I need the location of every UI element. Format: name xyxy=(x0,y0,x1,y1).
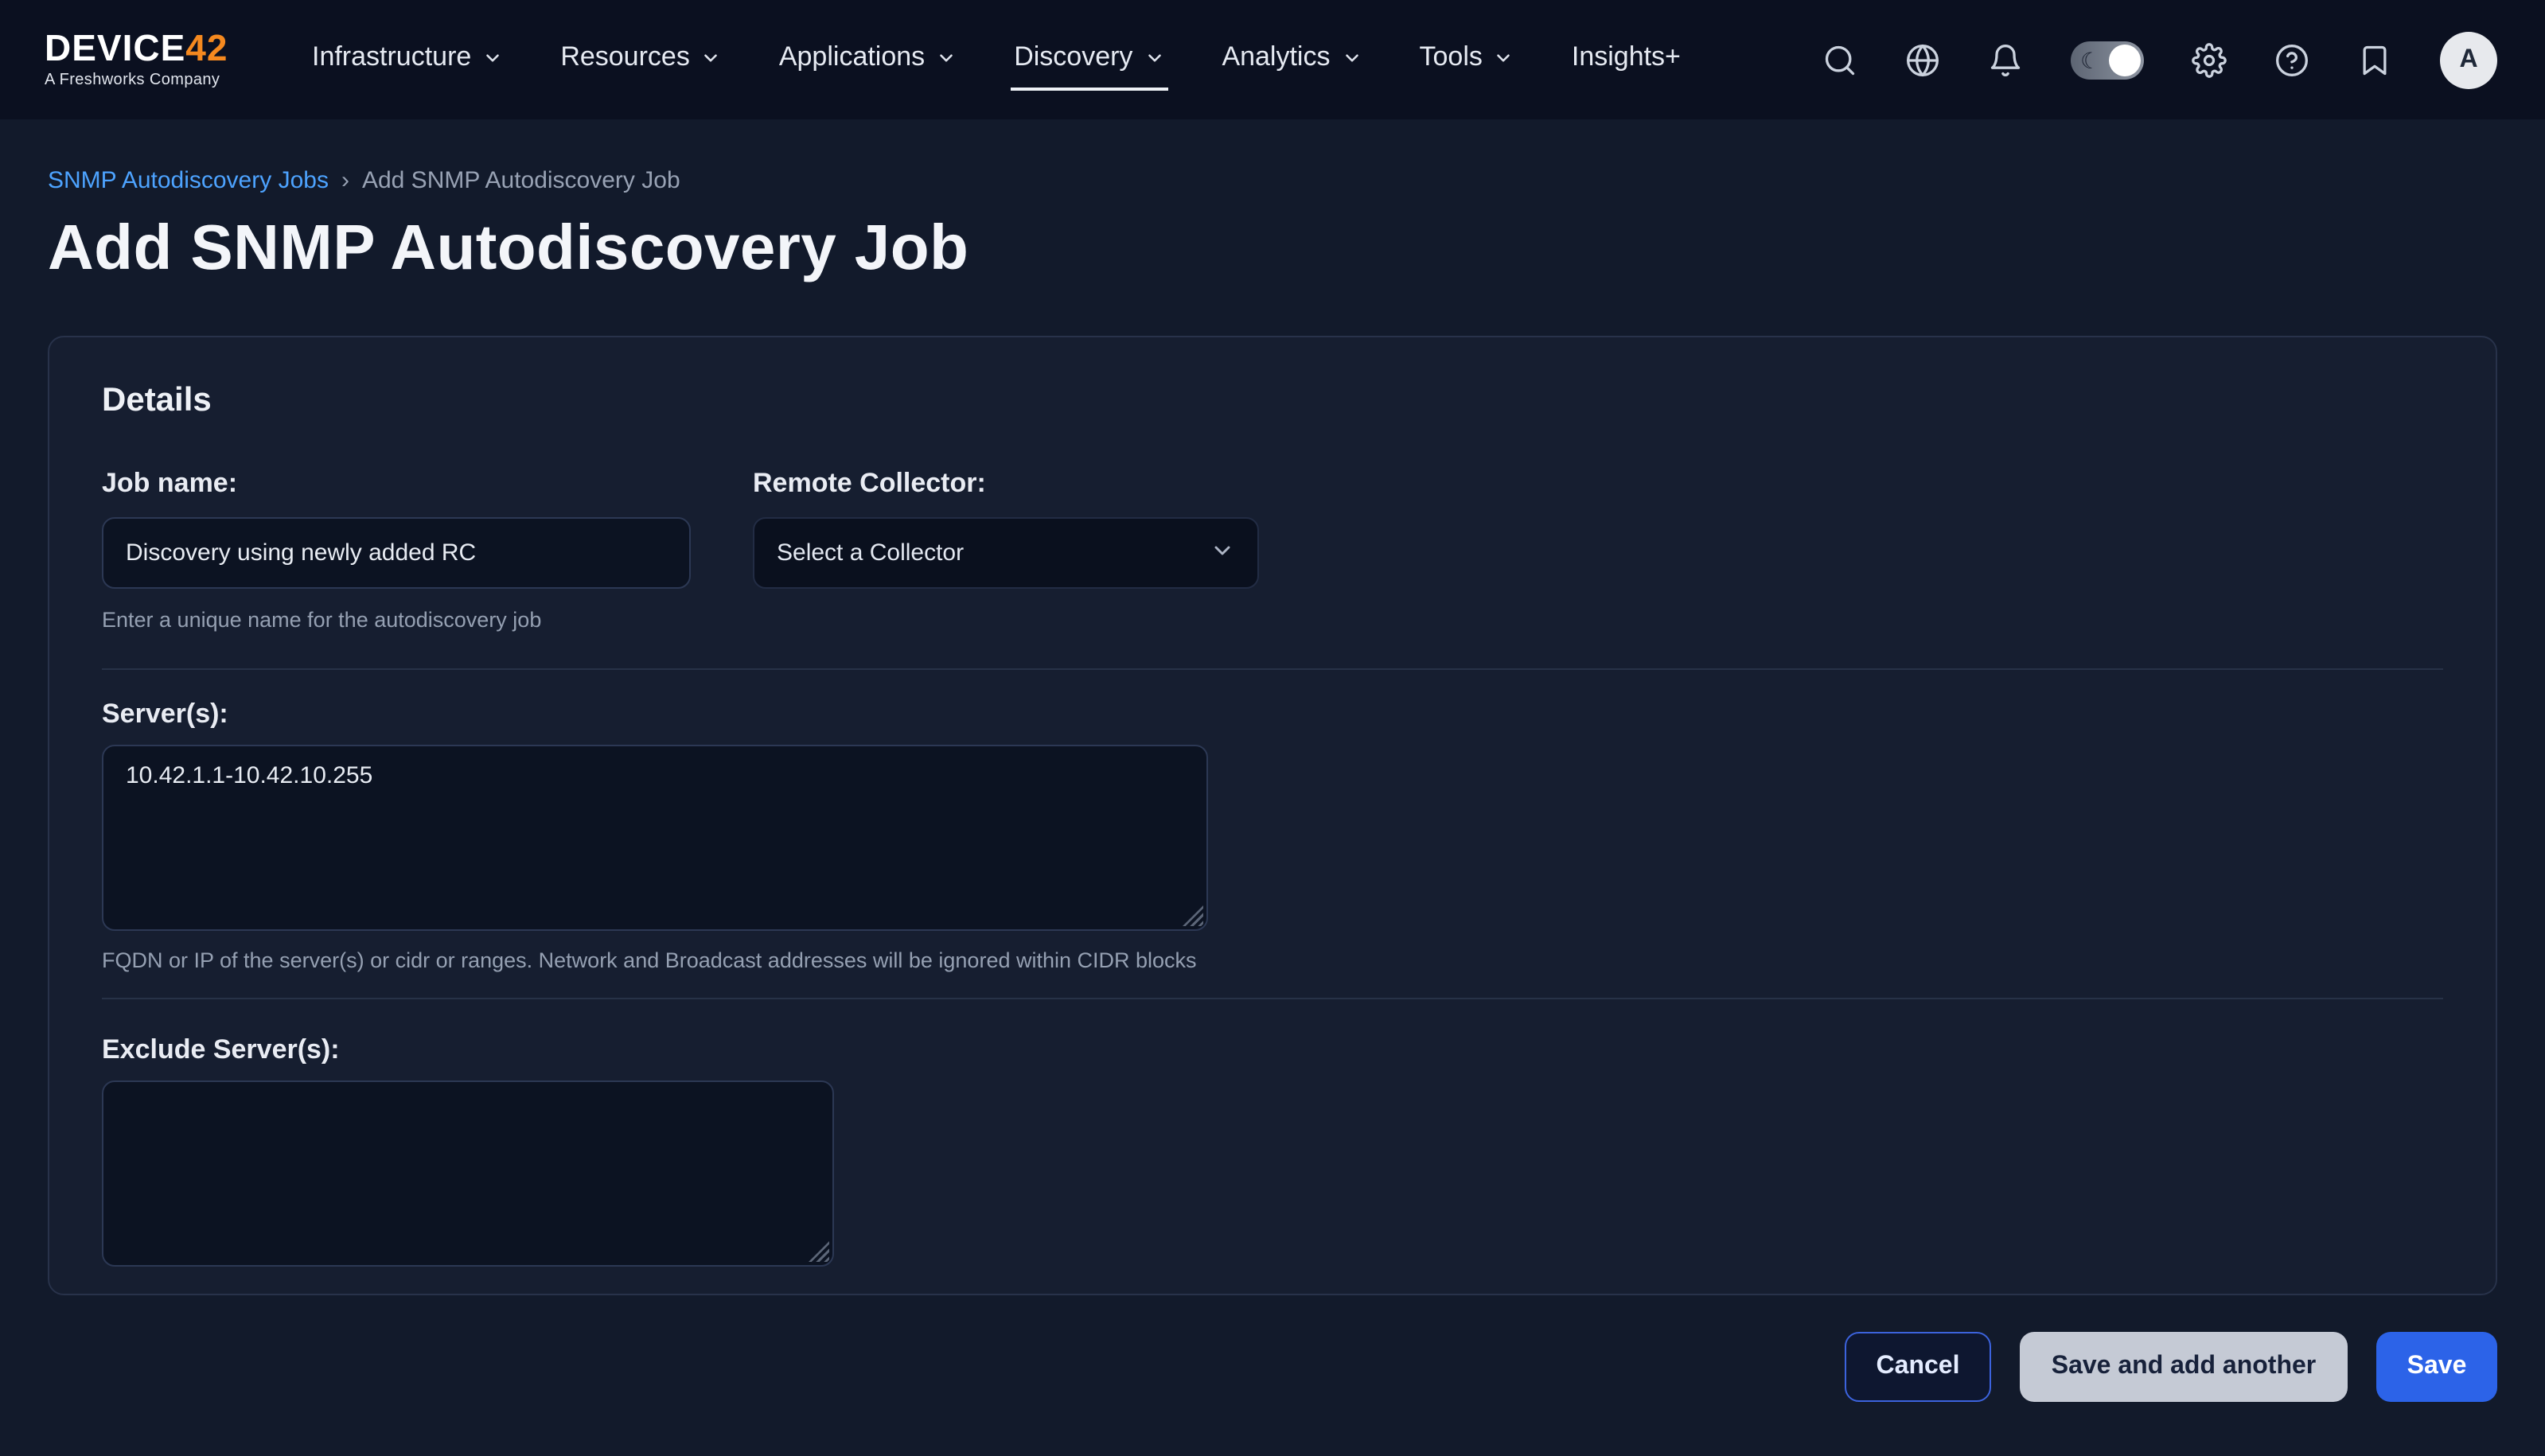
search-icon[interactable] xyxy=(1822,42,1857,77)
brand-tagline: A Freshworks Company xyxy=(45,72,271,89)
brand-name: DEVICE42 xyxy=(45,30,271,67)
servers-textarea-wrap: 10.42.1.1-10.42.10.255 xyxy=(102,745,1208,931)
nav-item-applications[interactable]: Applications xyxy=(776,29,960,91)
brand-name-text: DEVICE xyxy=(45,27,185,68)
main-menu: Infrastructure Resources Applications Di… xyxy=(309,29,1684,91)
breadcrumb: SNMP Autodiscovery Jobs › Add SNMP Autod… xyxy=(48,167,2497,194)
chevron-down-icon xyxy=(1144,47,1164,68)
nav-item-label: Resources xyxy=(560,41,690,73)
chevron-down-icon xyxy=(1210,537,1235,569)
app-viewport: DEVICE42 A Freshworks Company Infrastruc… xyxy=(0,0,2545,1456)
remote-collector-selected-value: Select a Collector xyxy=(777,539,964,566)
globe-icon[interactable] xyxy=(1905,42,1940,77)
chevron-down-icon xyxy=(482,47,503,68)
servers-helper-text: FQDN or IP of the server(s) or cidr or r… xyxy=(102,948,2443,972)
details-card: Details Job name: Remote Collector: Sele… xyxy=(48,336,2497,1295)
toggle-knob xyxy=(2109,44,2141,76)
save-and-add-another-button[interactable]: Save and add another xyxy=(2020,1332,2348,1402)
exclude-servers-label: Exclude Server(s): xyxy=(102,1034,2443,1066)
nav-item-label: Analytics xyxy=(1222,41,1330,73)
save-button[interactable]: Save xyxy=(2376,1332,2497,1402)
section-title-details: Details xyxy=(102,382,2443,420)
nav-right-controls: ☾ A xyxy=(1822,31,2497,88)
nav-item-label: Insights+ xyxy=(1572,41,1681,73)
nav-item-label: Applications xyxy=(779,41,925,73)
remote-collector-field: Remote Collector: Select a Collector xyxy=(753,468,1259,589)
job-name-helper-text: Enter a unique name for the autodiscover… xyxy=(102,608,2443,632)
cancel-button[interactable]: Cancel xyxy=(1845,1332,1991,1402)
nav-item-label: Discovery xyxy=(1014,41,1132,73)
breadcrumb-link-snmp-jobs[interactable]: SNMP Autodiscovery Jobs xyxy=(48,167,329,194)
user-avatar[interactable]: A xyxy=(2440,31,2497,88)
job-name-input[interactable] xyxy=(102,517,691,589)
nav-item-analytics[interactable]: Analytics xyxy=(1218,29,1365,91)
nav-item-discovery[interactable]: Discovery xyxy=(1011,29,1167,91)
remote-collector-label: Remote Collector: xyxy=(753,468,1259,500)
chevron-down-icon xyxy=(936,47,957,68)
settings-gear-icon[interactable] xyxy=(2192,42,2227,77)
job-name-label: Job name: xyxy=(102,468,691,500)
form-action-bar: Cancel Save and add another Save xyxy=(48,1332,2497,1402)
divider xyxy=(102,998,2443,999)
breadcrumb-current: Add SNMP Autodiscovery Job xyxy=(362,167,680,194)
nav-item-infrastructure[interactable]: Infrastructure xyxy=(309,29,506,91)
chevron-down-icon xyxy=(701,47,722,68)
bookmark-icon[interactable] xyxy=(2357,42,2392,77)
breadcrumb-separator: › xyxy=(341,167,349,194)
help-icon[interactable] xyxy=(2274,42,2309,77)
chevron-down-icon xyxy=(1494,47,1514,68)
notifications-bell-icon[interactable] xyxy=(1988,42,2023,77)
exclude-servers-textarea[interactable] xyxy=(102,1080,834,1267)
brand-logo[interactable]: DEVICE42 A Freshworks Company xyxy=(45,30,271,89)
remote-collector-select[interactable]: Select a Collector xyxy=(753,517,1259,589)
nav-item-label: Tools xyxy=(1420,41,1483,73)
chevron-down-icon xyxy=(1342,47,1362,68)
theme-toggle-switch[interactable]: ☾ xyxy=(2071,41,2144,79)
job-name-field: Job name: xyxy=(102,468,691,589)
job-name-collector-row: Job name: Remote Collector: Select a Col… xyxy=(102,468,2443,589)
nav-item-tools[interactable]: Tools xyxy=(1417,29,1518,91)
servers-label: Server(s): xyxy=(102,699,2443,730)
brand-accent-text: 42 xyxy=(185,27,228,68)
page-content: SNMP Autodiscovery Jobs › Add SNMP Autod… xyxy=(0,167,2545,1402)
nav-item-label: Infrastructure xyxy=(312,41,471,73)
top-navigation-bar: DEVICE42 A Freshworks Company Infrastruc… xyxy=(0,0,2545,119)
exclude-servers-textarea-wrap xyxy=(102,1080,834,1267)
nav-item-insights-plus[interactable]: Insights+ xyxy=(1569,29,1684,91)
moon-icon: ☾ xyxy=(2080,44,2100,76)
nav-item-resources[interactable]: Resources xyxy=(557,29,725,91)
divider xyxy=(102,668,2443,670)
servers-textarea[interactable]: 10.42.1.1-10.42.10.255 xyxy=(102,745,1208,931)
page-title: Add SNMP Autodiscovery Job xyxy=(48,213,2497,285)
